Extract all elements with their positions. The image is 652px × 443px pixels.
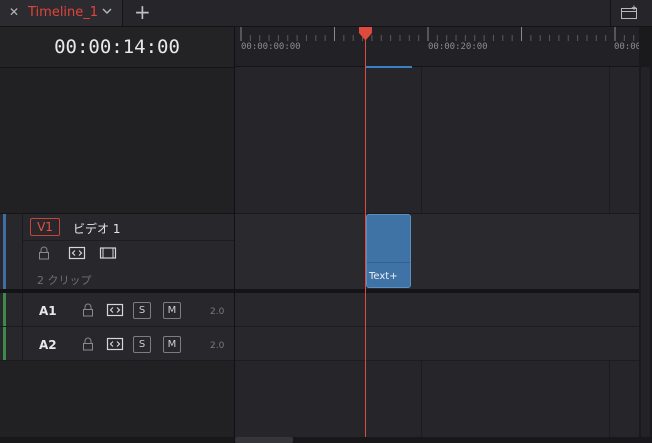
- plus-icon[interactable]: +: [134, 0, 151, 24]
- video-track-name[interactable]: ビデオ 1: [73, 220, 120, 237]
- ruler-label: 00:00: [614, 42, 642, 52]
- ruler-label: 00:00:20:00: [428, 42, 488, 52]
- chevron-down-icon[interactable]: [100, 4, 114, 18]
- playhead-icon[interactable]: [358, 27, 373, 41]
- track-header-divider: [22, 293, 23, 326]
- track-header-empty-area: [0, 68, 234, 213]
- panel-divider: [234, 27, 235, 443]
- tab-title[interactable]: Timeline_1: [28, 5, 98, 20]
- solo-button[interactable]: S: [133, 336, 151, 353]
- audio-track-label[interactable]: A2: [39, 338, 57, 352]
- clip-thumbnail-divider: [367, 262, 410, 263]
- track-header-empty-area: [0, 361, 234, 437]
- monitor-icon[interactable]: [99, 246, 117, 260]
- ruler-ticks: [240, 27, 644, 41]
- audio-track-color-strip: [3, 293, 6, 326]
- audio-channel-format: 2.0: [210, 307, 225, 317]
- audio-track-color-strip: [3, 327, 6, 360]
- audio-track-lane[interactable]: [235, 327, 639, 361]
- timeline-view-icon[interactable]: [620, 5, 640, 21]
- close-icon[interactable]: ✕: [9, 5, 19, 19]
- track-header-divider: [22, 327, 23, 360]
- track-header-row-divider: [23, 240, 234, 241]
- tab-bar-divider: [610, 0, 611, 26]
- timecode-display[interactable]: 00:00:14:00: [0, 36, 234, 58]
- mute-button[interactable]: M: [163, 302, 181, 319]
- lock-icon[interactable]: [38, 246, 50, 260]
- track-header-divider: [22, 214, 23, 289]
- lock-icon[interactable]: [82, 303, 94, 317]
- lock-icon[interactable]: [82, 337, 94, 351]
- auto-select-icon[interactable]: [68, 246, 86, 260]
- audio-track-lane[interactable]: [235, 293, 639, 327]
- audio-channel-format: 2.0: [210, 341, 225, 351]
- solo-button[interactable]: S: [133, 302, 151, 319]
- horizontal-scrollbar[interactable]: [0, 437, 652, 443]
- auto-select-icon[interactable]: [106, 337, 124, 351]
- mute-button[interactable]: M: [163, 336, 181, 353]
- vertical-scrollbar-thumb[interactable]: [641, 67, 650, 437]
- horizontal-scrollbar-thumb[interactable]: [235, 437, 293, 443]
- video-track-lane[interactable]: [235, 213, 639, 290]
- clip-label: Text+: [369, 271, 398, 282]
- audio-track-label[interactable]: A1: [39, 304, 57, 318]
- video-track-destination-v1[interactable]: V1: [30, 218, 60, 236]
- video-track-clip-count: 2 クリップ: [37, 274, 92, 287]
- ruler-label: 00:00:00:00: [241, 42, 301, 52]
- in-out-range-marker: [366, 66, 412, 68]
- playhead-line[interactable]: [365, 27, 366, 437]
- auto-select-icon[interactable]: [106, 303, 124, 317]
- video-track-color-strip: [3, 214, 6, 289]
